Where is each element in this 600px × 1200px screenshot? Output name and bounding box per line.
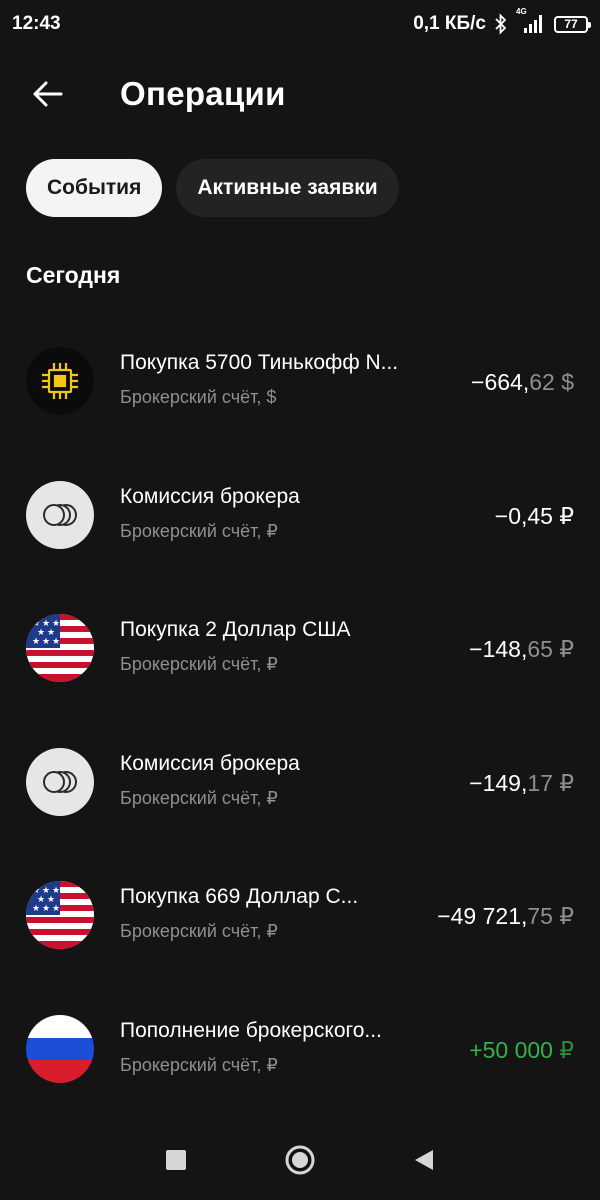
operation-account: Брокерский счёт, ₽ (120, 520, 278, 541)
back-nav-button[interactable] (362, 1130, 486, 1190)
status-bar: 12:43 0,1 КБ/с 4G 77 (0, 0, 600, 48)
svg-text:★: ★ (42, 904, 50, 914)
back-button[interactable] (18, 64, 78, 124)
operation-account: Брокерский счёт, ₽ (120, 654, 278, 674)
operation-title: Комиссия брокера (120, 484, 300, 508)
battery-level: 77 (564, 17, 578, 31)
operation-account: Брокерский счёт, ₽ (120, 921, 278, 941)
us-flag-icon: ★ ★ ★ ★ ★ ★ ★ ★ (26, 881, 94, 949)
operation-amount: −49 721,75 ₽ (437, 903, 574, 929)
status-right: 0,1 КБ/с 4G 77 (413, 7, 591, 35)
operation-text: Комиссия брокера Брокерский счёт, ₽ (120, 748, 469, 809)
triangle-back-icon (415, 1150, 433, 1170)
coins-icon (26, 747, 94, 816)
header: Операции (0, 62, 600, 126)
list-item[interactable]: Комиссия брокера Брокерский счёт, ₽ −0,4… (0, 467, 600, 601)
chip-icon (26, 347, 94, 415)
network-speed: 0,1 КБ/с (413, 13, 486, 34)
operation-title: Покупка 5700 Тинькофф N... (120, 351, 399, 374)
operation-amount: +50 000 ₽ (469, 1036, 574, 1063)
home-button[interactable] (238, 1130, 362, 1190)
svg-text:★: ★ (52, 904, 60, 914)
operation-text: Пополнение брокерского... Брокерский счё… (120, 1015, 469, 1076)
svg-text:★: ★ (52, 637, 60, 647)
operation-account: Брокерский счёт, $ (120, 387, 277, 407)
svg-text:★: ★ (32, 904, 40, 914)
svg-text:★: ★ (32, 637, 40, 647)
operation-text: Покупка 5700 Тинькофф N... Брокерский сч… (120, 347, 471, 408)
ru-flag-icon (26, 1014, 94, 1083)
operation-amount: −148,65 ₽ (469, 636, 574, 662)
svg-text:★: ★ (42, 637, 50, 647)
operation-account: Брокерский счёт, ₽ (120, 1054, 278, 1075)
arrow-left-icon (33, 81, 63, 107)
list-item[interactable]: ★ ★ ★ ★ ★ ★ ★ ★ Покупка 669 Доллар С... Броке… (0, 867, 600, 1001)
navigation-bar (0, 1120, 600, 1200)
tab-active-orders[interactable]: Активные заявки (176, 159, 399, 217)
operation-text: Комиссия брокера Брокерский счёт, ₽ (120, 481, 495, 542)
status-time: 12:43 (12, 13, 61, 34)
operation-amount: −664,62 $ (471, 369, 574, 395)
circle-icon (285, 1145, 315, 1175)
operation-title: Покупка 669 Доллар С... (120, 885, 359, 908)
operations-list: Покупка 5700 Тинькофф N... Брокерский сч… (0, 333, 600, 1134)
operation-amount: −0,45 ₽ (494, 502, 574, 529)
bluetooth-icon (495, 13, 507, 35)
tabs: События Активные заявки (26, 159, 399, 217)
operation-text: Покупка 669 Доллар С... Брокерский счёт,… (120, 881, 437, 942)
coins-icon (26, 480, 94, 549)
tab-events[interactable]: События (26, 159, 163, 217)
operation-title: Пополнение брокерского... (120, 1018, 382, 1042)
us-flag-icon: ★ ★ ★ ★ ★ ★ ★ ★ (26, 614, 94, 682)
list-item[interactable]: Покупка 5700 Тинькофф N... Брокерский сч… (0, 333, 600, 467)
operation-title: Покупка 2 Доллар США (120, 618, 351, 641)
battery-icon: 77 (554, 15, 591, 33)
list-item[interactable]: Комиссия брокера Брокерский счёт, ₽ −149… (0, 734, 600, 868)
operation-account: Брокерский счёт, ₽ (120, 787, 278, 808)
recents-button[interactable] (114, 1130, 238, 1190)
network-type: 4G (516, 7, 527, 16)
signal-icon: 4G (516, 7, 542, 33)
operation-amount: −149,17 ₽ (469, 769, 574, 796)
square-icon (166, 1150, 186, 1170)
list-item[interactable]: ★ ★ ★ ★ ★ ★ ★ ★ Покупка 2 Доллар США Брокерск… (0, 600, 600, 734)
operation-text: Покупка 2 Доллар США Брокерский счёт, ₽ (120, 614, 469, 675)
page-title: Операции (120, 75, 286, 112)
operation-title: Комиссия брокера (120, 751, 300, 775)
section-title: Сегодня (26, 262, 121, 288)
list-item[interactable]: Пополнение брокерского... Брокерский счё… (0, 1001, 600, 1135)
